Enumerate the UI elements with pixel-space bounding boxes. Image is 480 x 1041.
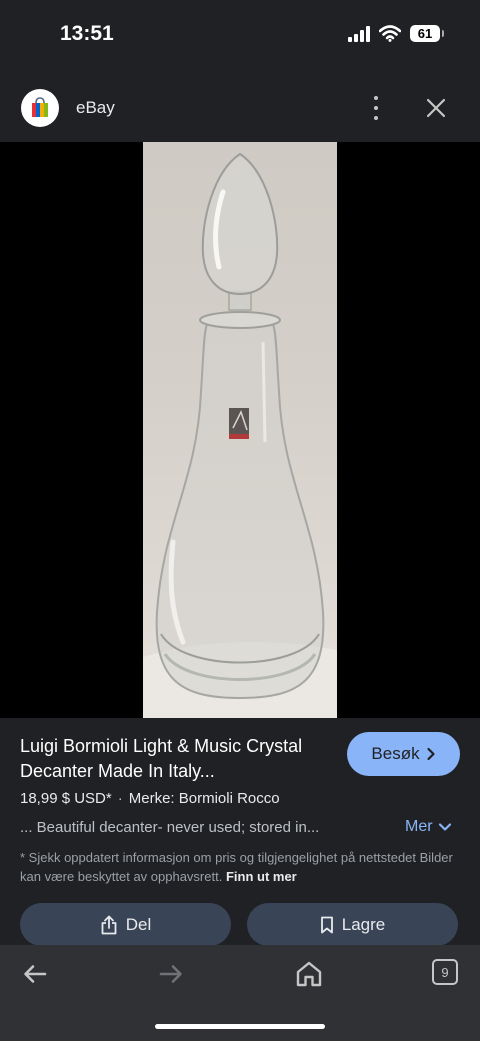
- share-button[interactable]: Del: [20, 903, 231, 946]
- product-meta: 18,99 $ USD* · Merke: Bormioli Rocco: [20, 790, 280, 807]
- wifi-icon: [379, 25, 401, 42]
- status-time: 13:51: [60, 22, 114, 45]
- chevron-down-icon: [438, 823, 451, 831]
- product-snippet: ... Beautiful decanter- never used; stor…: [20, 819, 320, 836]
- product-price: 18,99 $ USD*: [20, 790, 112, 807]
- result-info-panel: Luigi Bormioli Light & Music Crystal Dec…: [0, 718, 480, 946]
- save-button[interactable]: Lagre: [247, 903, 458, 946]
- visit-button[interactable]: Besøk: [347, 732, 460, 776]
- more-button-label: Mer: [405, 818, 433, 835]
- home-indicator: [155, 1024, 325, 1029]
- tabs-icon[interactable]: 9: [432, 959, 458, 985]
- share-icon: [101, 915, 117, 934]
- tab-count: 9: [441, 964, 449, 980]
- product-photo[interactable]: [143, 142, 337, 718]
- close-icon[interactable]: [424, 96, 448, 120]
- site-name[interactable]: eBay: [76, 98, 115, 118]
- share-button-label: Del: [125, 914, 152, 934]
- forward-arrow-icon[interactable]: [156, 959, 186, 989]
- decanter-illustration: [143, 152, 337, 718]
- product-image-area: [0, 142, 480, 718]
- save-button-label: Lagre: [341, 914, 386, 934]
- disclaimer: * Sjekk oppdatert informasjon om pris og…: [20, 848, 460, 886]
- visit-button-label: Besøk: [371, 744, 420, 763]
- status-bar: 13:51 61: [0, 0, 480, 70]
- product-title[interactable]: Luigi Bormioli Light & Music Crystal Dec…: [20, 734, 330, 784]
- signal-icon: [348, 25, 370, 42]
- ebay-favicon-icon[interactable]: [21, 89, 59, 127]
- back-arrow-icon[interactable]: [20, 959, 50, 989]
- battery-icon: 61: [410, 25, 444, 42]
- chevron-right-icon: [426, 747, 435, 761]
- battery-level: 61: [417, 26, 433, 41]
- bookmark-icon: [320, 916, 333, 933]
- meta-separator: ·: [117, 790, 123, 807]
- learn-more-link[interactable]: Finn ut mer: [226, 869, 297, 884]
- more-vert-icon[interactable]: [366, 96, 386, 120]
- browser-bottom-nav: 9: [0, 945, 480, 1041]
- home-icon[interactable]: [294, 959, 324, 989]
- status-icons: 61: [348, 25, 444, 42]
- more-button[interactable]: Mer: [405, 818, 452, 836]
- product-brand: Merke: Bormioli Rocco: [128, 790, 280, 807]
- lens-header: eBay: [0, 70, 480, 142]
